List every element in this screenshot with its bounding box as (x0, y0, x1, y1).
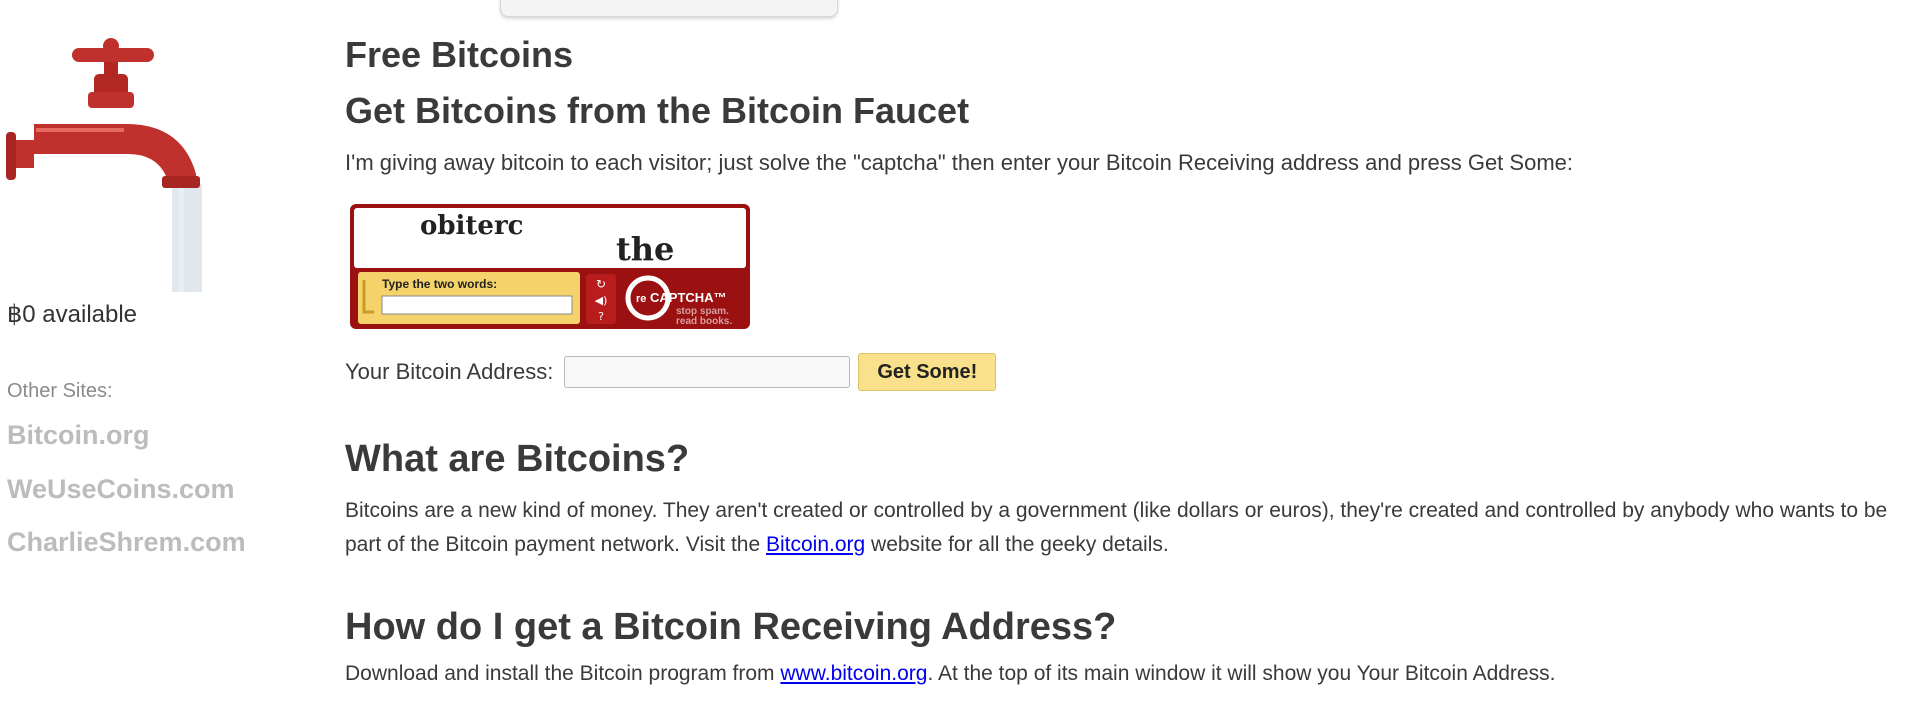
what-text-end: website for all the geeky details. (865, 533, 1169, 556)
bitcoin-org-link[interactable]: Bitcoin.org (766, 533, 865, 556)
svg-text:◀): ◀) (595, 294, 608, 307)
address-label: Your Bitcoin Address: (345, 359, 554, 384)
captcha-brand: CAPTCHA™ (650, 290, 727, 305)
captcha-prompt: Type the two words: (382, 277, 497, 291)
captcha-word-2: the (616, 230, 674, 268)
captcha-word-1: obiterc (420, 211, 523, 241)
sidebar-link-bitcoin-org[interactable]: Bitcoin.org (7, 420, 150, 451)
sidebar: ฿0 available Other Sites: Bitcoin.org We… (0, 0, 330, 724)
page-subtitle: Get Bitcoins from the Bitcoin Faucet (345, 90, 970, 131)
faucet-image (6, 38, 202, 292)
www-bitcoin-org-link[interactable]: www.bitcoin.org (780, 662, 927, 685)
captcha-brand-prefix: re (636, 293, 646, 305)
page-title: Free Bitcoins (345, 34, 574, 75)
balance-available: ฿0 available (7, 301, 138, 328)
sidebar-link-weusecoins[interactable]: WeUseCoins.com (7, 474, 235, 505)
sidebar-link-charlieshrem[interactable]: CharlieShrem.com (7, 527, 246, 558)
how-paragraph: Download and install the Bitcoin program… (345, 662, 1555, 686)
svg-text:↻: ↻ (596, 277, 606, 291)
how-text: Download and install the Bitcoin program… (345, 662, 781, 685)
other-sites-label: Other Sites: (7, 380, 113, 402)
get-some-button[interactable]: Get Some! (858, 353, 997, 391)
bitcoin-address-input[interactable] (564, 356, 851, 388)
address-form: Your Bitcoin Address: Get Some! (345, 352, 997, 392)
top-tab (500, 0, 838, 17)
how-text-end: . At the top of its main window it will … (927, 662, 1556, 685)
recaptcha-widget: obiterc the Type the two words: ↻ ◀) ? r… (350, 204, 750, 329)
intro-text: I'm giving away bitcoin to each visitor;… (345, 150, 1573, 175)
what-heading: What are Bitcoins? (345, 438, 690, 480)
how-heading: How do I get a Bitcoin Receiving Address… (345, 606, 1117, 648)
svg-text:?: ? (598, 310, 604, 323)
captcha-tagline-2: read books. (676, 316, 732, 327)
what-paragraph: Bitcoins are a new kind of money. They a… (345, 494, 1905, 562)
